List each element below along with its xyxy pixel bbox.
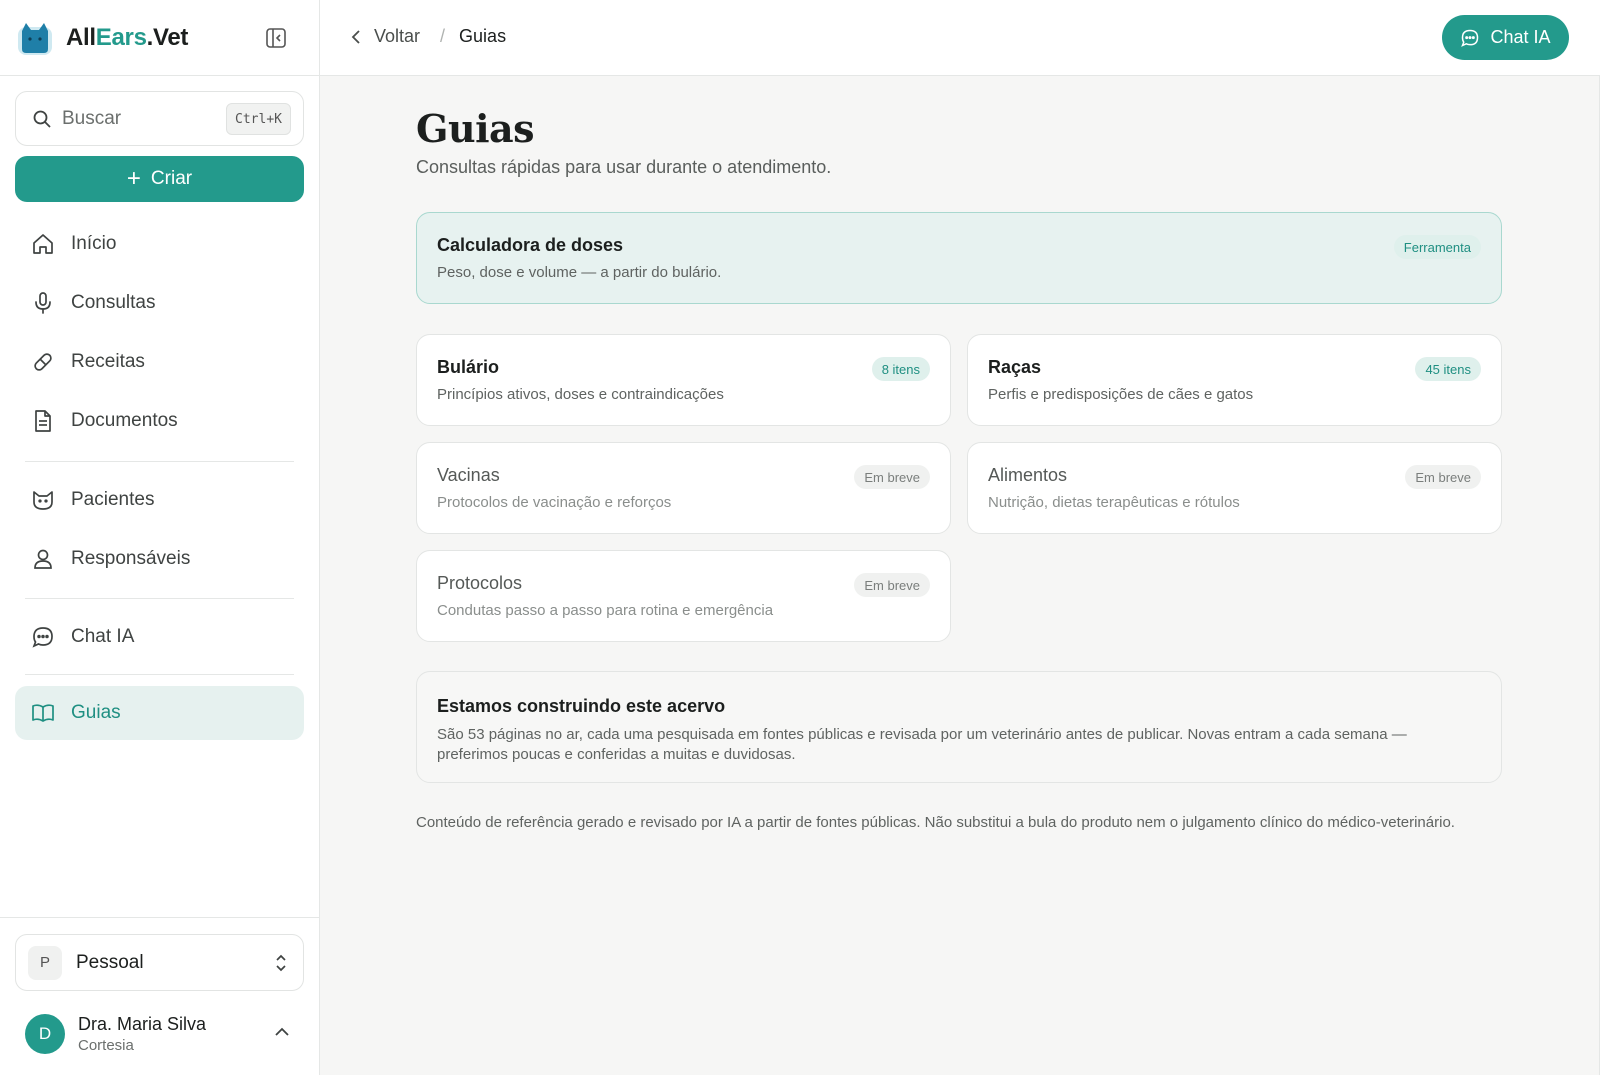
info-card: Estamos construindo este acervo São 53 p… [416,671,1502,783]
sidebar-item-guias[interactable]: Guias [15,686,304,740]
chevron-left-icon [351,29,360,44]
microphone-icon [35,292,51,314]
count-badge: 45 itens [1415,357,1481,381]
user-name: Dra. Maria Silva [78,1014,207,1034]
user-icon [34,549,52,569]
nav-divider [25,598,294,599]
user-plan: Cortesia [78,1037,134,1054]
breadcrumb-current: Guias [459,26,507,46]
sidebar-item-label: Responsáveis [71,548,191,569]
chat-ia-button-label: Chat IA [1490,27,1551,47]
sidebar-item-consultas[interactable]: Consultas [15,276,304,330]
sidebar-footer: P Pessoal D Dra. Maria Silva Cortesia [0,917,320,1075]
sidebar-item-label: Receitas [71,351,145,372]
chat-ia-button[interactable]: Chat IA [1442,15,1569,60]
breadcrumb: Voltar / Guias [350,26,506,47]
info-title: Estamos construindo este acervo [437,696,726,716]
document-icon [35,410,51,432]
breadcrumb-separator: / [440,26,446,46]
tool-badge: Ferramenta [1393,235,1481,259]
card-description: Nutrição, dietas terapêuticas e rótulos [988,494,1240,511]
chat-icon [1461,29,1479,47]
search-icon [33,110,51,128]
user-menu[interactable]: D Dra. Maria Silva Cortesia [15,1006,304,1062]
back-label: Voltar [374,26,421,46]
card-alimentos: Alimentos Nutrição, dietas terapêuticas … [967,442,1502,534]
user-info: Dra. Maria Silva Cortesia [78,1014,206,1054]
collapse-sidebar-button[interactable] [264,26,288,50]
card-protocolos: Protocolos Condutas passo a passo para r… [416,550,951,642]
sidebar-item-responsaveis[interactable]: Responsáveis [15,532,304,586]
card-title: Raças [988,357,1042,377]
sidebar-item-chat[interactable]: Chat IA [15,610,304,664]
pill-icon [34,353,52,371]
create-button-label: Criar [150,168,193,189]
sidebar-item-documentos[interactable]: Documentos [15,394,304,448]
search-box[interactable]: Ctrl+K [15,91,304,146]
nav-divider [25,674,294,675]
card-description: Condutas passo a passo para rotina e eme… [437,602,774,619]
card-description: Peso, dose e volume — a partir do bulári… [437,264,722,281]
workspace-avatar: P [28,945,62,980]
brand-header: AllEars.Vet [0,0,320,76]
home-icon [33,234,53,254]
search-shortcut-hint: Ctrl+K [226,103,291,135]
card-calculadora-doses[interactable]: Calculadora de doses Peso, dose e volume… [416,212,1502,304]
card-vacinas: Vacinas Protocolos de vacinação e reforç… [416,442,951,534]
plus-icon: + [126,165,141,192]
card-description: Protocolos de vacinação e reforços [437,494,672,511]
coming-soon-badge: Em breve [854,465,930,489]
sidebar-item-receitas[interactable]: Receitas [15,335,304,389]
sidebar-item-label: Pacientes [71,489,155,510]
nav-divider [25,461,294,462]
disclaimer: Conteúdo de referência gerado e revisado… [416,814,1455,831]
card-bulario[interactable]: Bulário Princípios ativos, doses e contr… [416,334,951,426]
page-title: Guias [416,106,535,151]
avatar: D [25,1014,65,1054]
card-title: Calculadora de doses [437,235,624,255]
back-link[interactable]: Voltar [350,26,420,47]
chat-icon [32,627,53,648]
coming-soon-badge: Em breve [1405,465,1481,489]
sidebar-item-label: Guias [71,702,121,723]
chevron-up-icon [275,1027,289,1036]
book-icon [32,704,54,722]
sidebar-item-label: Início [71,233,117,254]
create-button[interactable]: + Criar [15,156,304,202]
card-description: Princípios ativos, doses e contraindicaç… [437,386,724,403]
sidebar-item-inicio[interactable]: Início [15,217,304,271]
sidebar: AllEars.Vet Ctrl+K + Criar Início Consul… [0,0,320,1075]
page-subtitle: Consultas rápidas para usar durante o at… [416,157,832,177]
top-bar: Voltar / Guias Chat IA [320,0,1600,76]
sidebar-item-pacientes[interactable]: Pacientes [15,473,304,527]
workspace-name: Pessoal [76,951,144,973]
search-input[interactable] [62,107,222,130]
info-text: São 53 páginas no ar, cada uma pesquisad… [437,726,1407,763]
sidebar-item-label: Consultas [71,292,156,313]
cat-logo-icon [18,22,52,55]
card-racas[interactable]: Raças Perfis e predisposições de cães e … [967,334,1502,426]
coming-soon-badge: Em breve [854,573,930,597]
card-title: Bulário [437,357,500,377]
count-badge: 8 itens [871,357,930,381]
sidebar-item-label: Chat IA [71,626,135,647]
workspace-switcher[interactable]: P Pessoal [15,934,304,991]
card-description: Perfis e predisposições de cães e gatos [988,386,1254,403]
brand-name[interactable]: AllEars.Vet [66,24,188,52]
chevron-up-down-icon [276,954,286,972]
sidebar-collapse-icon [266,28,286,48]
sidebar-item-label: Documentos [71,410,178,431]
cat-icon [33,491,53,510]
